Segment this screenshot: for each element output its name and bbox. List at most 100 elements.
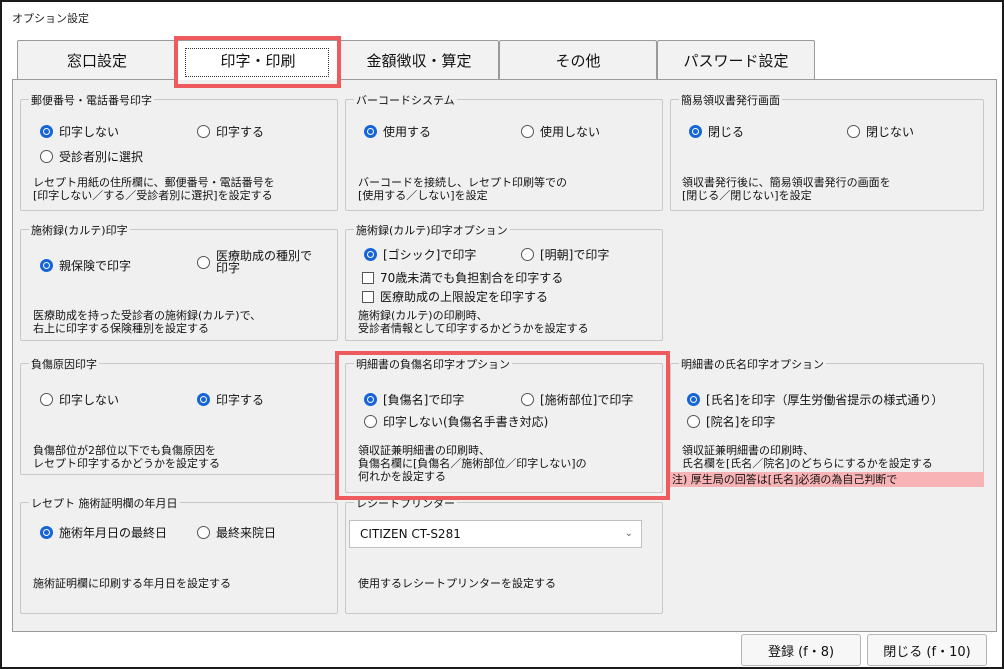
group-title: 明細書の氏名印字オプション [679,356,826,372]
group-title: 明細書の負傷名印字オプション [354,356,512,372]
group-title: 簡易領収書発行画面 [679,92,782,108]
tab-print[interactable]: 印字・印刷 [177,40,339,80]
radio-karte-parent-insurance[interactable]: 親保険で印字 [40,257,131,274]
radio-print-patient-name[interactable]: [氏名]を印字（厚生労働省提示の様式通り） [687,391,943,408]
desc-printer: 使用するレシートプリンターを設定する [358,577,556,590]
radio-postal-per-patient[interactable]: 受診者別に選択 [40,148,143,165]
tab-window-settings[interactable]: 窓口設定 [17,40,177,80]
register-button[interactable]: 登録 (f・8) [741,634,861,666]
desc-injury-cause: 負傷部位が2部位以下でも負傷原因を レセプト印字するかどうかを設定する [33,444,220,470]
radio-dot [40,150,53,163]
window-title: オプション設定 [12,12,89,25]
option-settings-window: オプション設定 窓口設定 印字・印刷 金額徴収・算定 その他 パスワード設定 郵… [0,0,1004,669]
radio-dot [40,526,53,539]
radio-dot [40,259,53,272]
tab-other[interactable]: その他 [499,40,657,80]
radio-dot [364,125,377,138]
checkbox-label: 70歳未満でも負担割合を印字する [380,271,564,285]
radio-label: 医療助成の種別で 印字 [216,249,313,275]
radio-dot [197,393,210,406]
desc-postal: レセプト用紙の住所欄に、郵便番号・電話番号を [印字しない／する／受診者別に選択]… [33,176,275,202]
radio-label: 閉じる [708,125,745,139]
radio-label: [院名]を印字 [706,415,776,429]
radio-label: [ゴシック]で印字 [383,248,477,262]
radio-dot [687,415,700,428]
desc-receipt-screen: 領収書発行後に、簡易領収書発行の画面を [閉じる／閉じない]を設定 [682,176,891,202]
radio-dot [197,526,210,539]
group-title: 施術録(カルテ)印字 [29,222,130,238]
radio-label: [明朝]で印字 [540,248,610,262]
radio-dot [364,248,377,261]
radio-dot [364,393,377,406]
group-title: レセプト 施術証明欄の年月日 [29,495,180,511]
group-title: 施術録(カルテ)印字オプション [354,222,510,238]
radio-label: 受診者別に選択 [59,150,144,164]
radio-postal-no-print[interactable]: 印字しない [40,123,119,140]
close-button[interactable]: 閉じる (f・10) [867,634,987,666]
radio-receipt-not-close[interactable]: 閉じない [847,123,914,140]
radio-injury-name[interactable]: [負傷名]で印字 [364,391,464,408]
desc-karte-option: 施術録(カルテ)の印刷時、 受診者情報として印字するかどうかを設定する [358,309,589,335]
group-receipt-date: レセプト 施術証明欄の年月日 [20,495,338,614]
radio-receipt-close[interactable]: 閉じる [689,123,744,140]
radio-label: 最終来院日 [216,526,277,540]
radio-print-clinic-name[interactable]: [院名]を印字 [687,413,775,430]
radio-dot [40,125,53,138]
radio-karte-mincho[interactable]: [明朝]で印字 [521,246,609,263]
radio-karte-medical-aid[interactable]: 医療助成の種別で 印字 [197,250,312,274]
radio-dot [521,125,534,138]
radio-karte-gothic[interactable]: [ゴシック]で印字 [364,246,476,263]
radio-label: 印字する [216,393,265,407]
desc-injury-name: 領収証兼明細書の印刷時、 負傷名欄に[負傷名／施術部位／印字しない]の 何れかを設定… [358,444,587,483]
radio-dot [364,415,377,428]
checkbox-box [362,290,374,303]
radio-label: 印字しない [59,125,120,139]
group-title: 郵便番号・電話番号印字 [29,92,154,108]
group-title: 負傷原因印字 [29,356,99,372]
radio-injury-no-print[interactable]: 印字しない(負傷名手書き対応) [364,413,548,430]
radio-label: 親保険で印字 [59,259,132,273]
radio-label: [施術部位]で印字 [540,393,634,407]
radio-label: [負傷名]で印字 [383,393,465,407]
tab-billing[interactable]: 金額徴収・算定 [339,40,499,80]
radio-barcode-use[interactable]: 使用する [364,123,431,140]
radio-dot [521,248,534,261]
radio-dot [197,256,210,269]
printer-select-value: CITIZEN CT-S281 [360,527,461,541]
group-receipt-printer: レシートプリンター [345,495,663,614]
group-title: レシートプリンター [354,495,457,511]
radio-label: 閉じない [866,125,915,139]
radio-label: 施術年月日の最終日 [59,526,168,540]
radio-last-visit-date[interactable]: 最終来院日 [197,524,276,541]
desc-receipt-date: 施術証明欄に印刷する年月日を設定する [33,577,231,590]
radio-label: 印字する [216,125,265,139]
radio-dot [687,393,700,406]
radio-label: 印字しない [59,393,120,407]
radio-injury-cause-no-print[interactable]: 印字しない [40,391,119,408]
desc-patient-name: 領収証兼明細書の印刷時、 氏名欄を[氏名／院名]のどちらにするかを設定する [682,444,933,470]
warning-note: 注) 厚生局の回答は[氏名]必須の為自己判断で [670,472,984,487]
radio-dot [847,125,860,138]
radio-dot [197,125,210,138]
checkbox-label: 医療助成の上限設定を印字する [380,290,549,304]
radio-postal-print[interactable]: 印字する [197,123,264,140]
chevron-down-icon: ⌄ [624,528,633,539]
radio-dot [521,393,534,406]
radio-label: [氏名]を印字（厚生労働省提示の様式通り） [706,393,944,407]
radio-label: 使用する [383,125,432,139]
radio-dot [689,125,702,138]
tab-password[interactable]: パスワード設定 [657,40,815,80]
desc-karte: 医療助成を持った受診者の施術録(カルテ)で、 右上に印字する保険種別を設定する [33,309,262,335]
radio-last-treatment-date[interactable]: 施術年月日の最終日 [40,524,167,541]
radio-treatment-site[interactable]: [施術部位]で印字 [521,391,633,408]
radio-label: 使用しない [540,125,601,139]
checkbox-medical-aid-limit[interactable]: 医療助成の上限設定を印字する [362,288,548,305]
radio-barcode-not-use[interactable]: 使用しない [521,123,600,140]
printer-select[interactable]: CITIZEN CT-S281 ⌄ [349,520,642,548]
checkbox-box [362,271,374,284]
radio-label: 印字しない(負傷名手書き対応) [383,415,549,429]
desc-barcode: バーコードを接続し、レセプト印刷等での [使用する／しない]を設定 [358,176,567,202]
radio-injury-cause-print[interactable]: 印字する [197,391,264,408]
group-title: バーコードシステム [354,92,457,108]
checkbox-under70-ratio[interactable]: 70歳未満でも負担割合を印字する [362,269,563,286]
